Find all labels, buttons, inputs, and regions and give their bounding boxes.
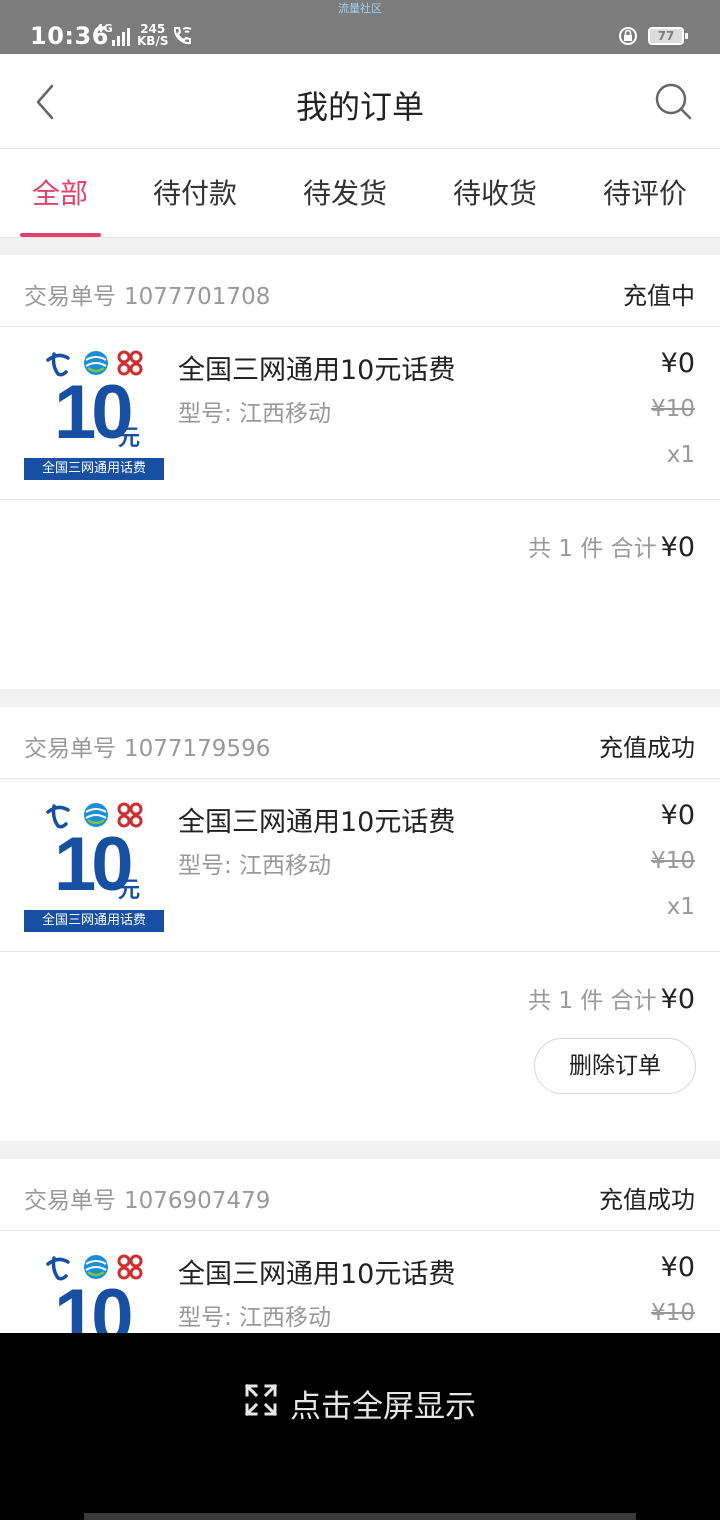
- tab-all[interactable]: 全部: [0, 149, 135, 238]
- order-status: 充值成功: [599, 734, 695, 762]
- product-price: ¥0: [660, 1252, 695, 1283]
- order-number-label: 交易单号: [24, 1188, 116, 1214]
- network-type: 4G: [96, 22, 113, 35]
- product-name: 全国三网通用10元话费: [178, 1259, 456, 1290]
- rotation-lock-icon: [619, 27, 637, 45]
- order-card[interactable]: 交易单号 1077701708 充值中 10 元 全国三网通用话费 全国三网通用1…: [0, 255, 720, 689]
- product-name: 全国三网通用10元话费: [178, 355, 456, 386]
- tab-pending-receipt[interactable]: 待收货: [420, 149, 570, 238]
- order-number: 交易单号 1076907479: [24, 1181, 270, 1215]
- fullscreen-label[interactable]: 点击全屏显示: [290, 1381, 476, 1426]
- product-thumbnail: 10 元 全国三网通用话费: [24, 800, 164, 936]
- active-tab-indicator: [20, 233, 101, 237]
- order-number-value: 1077701708: [124, 284, 271, 310]
- expand-icon: [244, 1383, 278, 1417]
- order-header: 交易单号 1076907479 充值成功: [0, 1159, 720, 1231]
- product-quantity: x1: [666, 442, 695, 468]
- tab-pending-payment[interactable]: 待付款: [120, 149, 270, 238]
- order-summary: 共 1 件 合计 ¥0: [528, 529, 695, 563]
- thumbnail-banner: 全国三网通用话费: [24, 910, 164, 932]
- product-row[interactable]: 10 元 全国三网通用话费 全国三网通用10元话费 型号: 江西移动 ¥0 ¥1…: [0, 780, 720, 952]
- product-quantity: x1: [666, 894, 695, 920]
- status-center-text: 流量社区: [338, 2, 382, 15]
- product-model: 型号: 江西移动: [178, 1305, 332, 1331]
- summary-total: ¥0: [660, 984, 695, 1015]
- order-status: 充值成功: [599, 1186, 695, 1214]
- page-title: 我的订单: [295, 88, 424, 126]
- summary-count: 共 1 件 合计: [528, 536, 657, 562]
- order-number-label: 交易单号: [24, 736, 116, 762]
- product-row[interactable]: 10 元 全国三网通用话费 全国三网通用10元话费 型号: 江西移动 ¥0 ¥1…: [0, 328, 720, 500]
- network-speed: 245 KB/S: [137, 23, 168, 47]
- tab-pending-shipment[interactable]: 待发货: [270, 149, 420, 238]
- product-name: 全国三网通用10元话费: [178, 807, 456, 838]
- product-original-price: ¥10: [651, 848, 695, 874]
- search-icon[interactable]: [654, 82, 692, 120]
- order-summary: 共 1 件 合计 ¥0: [528, 981, 695, 1015]
- fullscreen-overlay[interactable]: 点击全屏显示: [0, 1333, 720, 1520]
- thumbnail-unit: 元: [118, 426, 141, 451]
- navigation-bar: [84, 1513, 636, 1520]
- order-header: 交易单号 1077179596 充值成功: [0, 707, 720, 779]
- tab-pending-review[interactable]: 待评价: [570, 149, 720, 238]
- product-original-price: ¥10: [651, 396, 695, 422]
- product-model: 型号: 江西移动: [178, 401, 332, 427]
- product-row[interactable]: 10 全国三网通用10元话费 型号: 江西移动 ¥0 ¥10: [0, 1232, 720, 1333]
- order-number-label: 交易单号: [24, 284, 116, 310]
- order-number: 交易单号 1077179596: [24, 729, 270, 763]
- product-original-price: ¥10: [651, 1300, 695, 1326]
- thumbnail-amount: 10: [54, 1274, 134, 1333]
- status-bar: 流量社区 10:36 4G 245 KB/S 77: [0, 0, 720, 54]
- thumbnail-banner: 全国三网通用话费: [24, 458, 164, 480]
- order-card[interactable]: 交易单号 1076907479 充值成功 10 全国三网通用10元话费 型号: 江…: [0, 1159, 720, 1333]
- battery-icon: 77: [648, 27, 688, 45]
- summary-count: 共 1 件 合计: [528, 988, 657, 1014]
- product-price: ¥0: [660, 800, 695, 831]
- order-card[interactable]: 交易单号 1077179596 充值成功 10 元 全国三网通用话费 全国三网通用…: [0, 707, 720, 1141]
- order-number-value: 1077179596: [124, 736, 271, 762]
- wifi-call-icon: [173, 27, 192, 45]
- app-header: 我的订单: [0, 54, 720, 149]
- delete-order-button[interactable]: 删除订单: [534, 1038, 696, 1094]
- order-status: 充值中: [623, 282, 695, 310]
- order-header: 交易单号 1077701708 充值中: [0, 255, 720, 327]
- signal-icon: [112, 28, 130, 46]
- product-thumbnail: 10 元 全国三网通用话费: [24, 348, 164, 484]
- product-price: ¥0: [660, 348, 695, 379]
- summary-total: ¥0: [660, 532, 695, 563]
- order-status-tabs: 全部 待付款 待发货 待收货 待评价: [0, 149, 720, 238]
- product-thumbnail: 10: [24, 1252, 164, 1333]
- order-number-value: 1076907479: [124, 1188, 271, 1214]
- product-model: 型号: 江西移动: [178, 853, 332, 879]
- order-number: 交易单号 1077701708: [24, 277, 270, 311]
- thumbnail-unit: 元: [118, 878, 141, 903]
- network-speed-unit: KB/S: [137, 34, 169, 48]
